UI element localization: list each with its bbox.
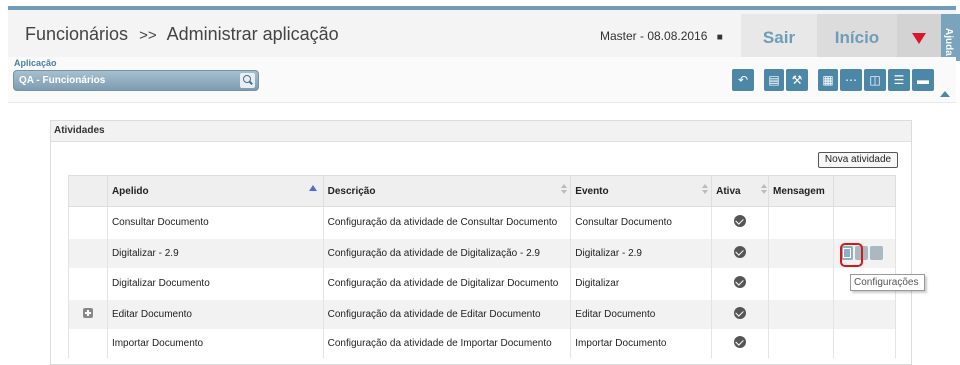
column-header-expand: [68, 175, 108, 207]
cell-evento: Editar Documento: [570, 299, 713, 329]
document-icon[interactable]: ▤: [764, 69, 784, 91]
check-circle-icon: [734, 215, 747, 228]
cell-apelido: Digitalizar - 2.9: [106, 238, 324, 268]
cell-descricao: Configuração da atividade de Digitalizaç…: [322, 238, 572, 268]
column-header-evento-label: Evento: [575, 185, 609, 197]
help-tab[interactable]: Ajuda: [941, 14, 960, 61]
table-row[interactable]: Digitalizar Documento Configuração da at…: [68, 267, 896, 300]
cell-mensagem: [768, 328, 835, 358]
cell-mensagem: [768, 299, 835, 329]
activities-table: Apelido Descrição Evento Ativa Mensagem: [68, 175, 896, 358]
separator-icon[interactable]: ⋯: [840, 69, 862, 91]
column-header-mensagem-label: Mensagem: [773, 185, 825, 197]
table-row[interactable]: Consultar Documento Configuração da ativ…: [68, 206, 896, 239]
cell-apelido: Digitalizar Documento: [106, 267, 324, 300]
collapse-up-icon[interactable]: [940, 91, 950, 97]
trash-icon[interactable]: [870, 246, 884, 260]
column-header-mensagem: Mensagem: [768, 175, 835, 207]
breadcrumb-current: Administrar aplicação: [166, 24, 339, 44]
expand-plus-icon[interactable]: [82, 307, 93, 318]
cell-apelido: Editar Documento: [106, 299, 324, 329]
column-header-apelido[interactable]: Apelido: [106, 175, 324, 207]
app-window: Funcionários >> Administrar aplicação Ma…: [0, 0, 960, 365]
table-row[interactable]: Digitalizar - 2.9 Configuração da ativid…: [68, 238, 896, 268]
cell-ativa: [711, 206, 770, 239]
new-activity-button[interactable]: Nova atividade: [818, 152, 898, 168]
expand-cell: [68, 206, 108, 239]
help-label: Ajuda: [943, 28, 954, 56]
cell-evento: Digitalizar - 2.9: [570, 238, 713, 268]
columns-icon[interactable]: ◫: [864, 69, 886, 91]
bar-icon[interactable]: ▬: [912, 69, 934, 91]
search-icon[interactable]: [240, 73, 255, 88]
activities-panel-title: Atividades: [54, 125, 105, 136]
cell-descricao: Configuração da atividade de Consultar D…: [322, 206, 572, 239]
application-select[interactable]: QA - Funcionários: [13, 70, 259, 91]
cell-ativa: [711, 267, 770, 300]
cell-ativa: [711, 299, 770, 329]
back-icon[interactable]: ↶: [732, 69, 754, 91]
expand-cell: [68, 299, 108, 329]
tools-icon[interactable]: ⚒: [786, 69, 808, 91]
cell-evento: Consultar Documento: [570, 206, 713, 239]
column-header-apelido-label: Apelido: [111, 185, 149, 197]
expand-cell: [68, 238, 108, 268]
cell-actions: [833, 206, 896, 239]
grid-icon[interactable]: ▦: [818, 69, 838, 91]
list-icon[interactable]: ☰: [888, 69, 910, 91]
cell-descricao: Configuração da atividade de Importar Do…: [322, 328, 572, 358]
user-name: Master - 08.08.2016: [600, 29, 708, 43]
tooltip: Configurações: [850, 274, 925, 291]
expand-cell: [68, 328, 108, 358]
table-row[interactable]: Importar Documento Configuração da ativi…: [68, 328, 896, 358]
logout-button[interactable]: Sair: [741, 14, 817, 61]
cell-descricao: Configuração da atividade de Digitalizar…: [322, 267, 572, 300]
home-button[interactable]: Início: [817, 14, 897, 61]
cell-descricao: Configuração da atividade de Editar Docu…: [322, 299, 572, 329]
application-selected-value: QA - Funcionários: [19, 75, 106, 86]
cell-apelido: Consultar Documento: [106, 206, 324, 239]
check-circle-icon: [734, 306, 747, 319]
page-title: Funcionários >> Administrar aplicação: [25, 24, 339, 45]
column-header-descricao-label: Descrição: [327, 185, 376, 197]
cell-mensagem: [768, 206, 835, 239]
triangle-down-icon: [912, 33, 926, 44]
activities-panel-header: Atividades: [51, 121, 911, 142]
column-header-ativa-label: Ativa: [716, 185, 741, 197]
cell-ativa: [711, 238, 770, 268]
cell-actions: [833, 328, 896, 358]
check-circle-icon: [734, 245, 747, 258]
breadcrumb-root: Funcionários: [25, 24, 129, 44]
configure-highlight: [840, 243, 863, 267]
cell-evento: Digitalizar: [570, 267, 713, 300]
user-icon: ■: [716, 32, 723, 43]
expand-cell: [68, 267, 108, 300]
application-label: Aplicação: [14, 58, 57, 68]
table-row[interactable]: Editar Documento Configuração da ativida…: [68, 299, 896, 329]
column-header-evento[interactable]: Evento: [570, 175, 713, 207]
table-header-row: Apelido Descrição Evento Ativa Mensagem: [68, 175, 896, 207]
cell-mensagem: [768, 267, 835, 300]
cell-actions: [833, 299, 896, 329]
user-info: Master - 08.08.2016 ■: [600, 29, 723, 43]
cell-evento: Importar Documento: [570, 328, 713, 358]
column-header-ativa[interactable]: Ativa: [711, 175, 770, 207]
column-header-actions: [833, 175, 896, 207]
cell-apelido: Importar Documento: [106, 328, 324, 358]
cell-mensagem: [768, 238, 835, 268]
check-circle-icon: [734, 335, 747, 348]
breadcrumb-separator: >>: [139, 27, 157, 44]
column-header-descricao[interactable]: Descrição: [322, 175, 572, 207]
sort-ascending-icon[interactable]: [308, 185, 317, 191]
header: Funcionários >> Administrar aplicação Ma…: [8, 10, 960, 61]
menu-dropdown-button[interactable]: [897, 14, 941, 61]
cell-ativa: [711, 328, 770, 358]
check-circle-icon: [734, 276, 747, 288]
